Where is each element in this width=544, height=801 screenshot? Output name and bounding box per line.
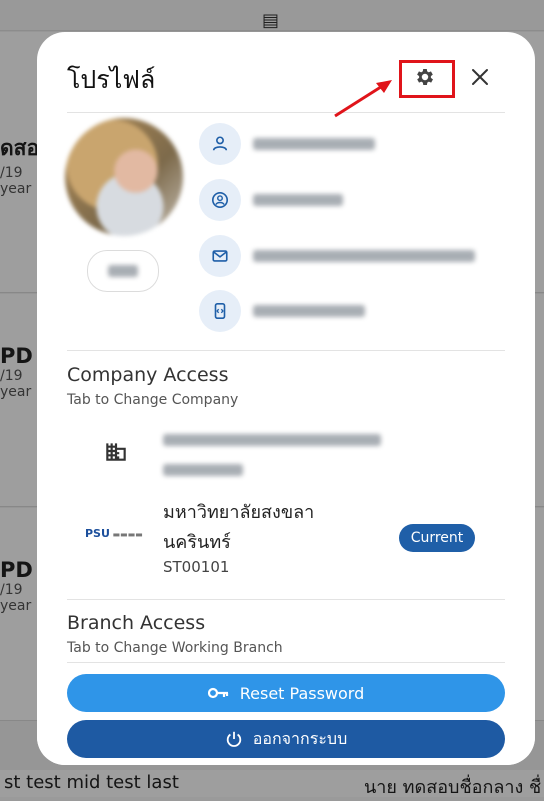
info-row-id <box>199 179 343 221</box>
reset-password-label: Reset Password <box>239 683 365 703</box>
info-row-device <box>199 290 365 332</box>
annotation-arrow <box>334 80 392 118</box>
company-access-subtitle: Tab to Change Company <box>67 392 239 408</box>
user-icon <box>199 123 241 165</box>
device-redacted <box>253 305 365 317</box>
company-name: มหาวิทยาลัยสงขลานครินทร์ <box>163 502 315 553</box>
id-redacted <box>253 194 343 206</box>
company-item[interactable] <box>163 424 381 476</box>
logout-label: ออกจากระบบ <box>252 728 348 748</box>
company-name-redacted <box>163 434 381 446</box>
profile-modal: โปรไฟล์ Company Access Tab to Change Com… <box>37 32 535 765</box>
pill-label-redacted <box>108 265 138 277</box>
modal-footer: Reset Password ออกจากระบบ <box>37 662 535 765</box>
logout-button[interactable]: ออกจากระบบ <box>67 720 505 758</box>
company-code-redacted <box>163 464 243 476</box>
code-device-icon <box>199 290 241 332</box>
annotation-highlight-box <box>399 60 455 98</box>
close-icon <box>472 69 488 85</box>
company-code: ST00101 <box>163 558 230 576</box>
divider <box>67 112 505 113</box>
company-access-title: Company Access <box>67 364 229 386</box>
divider <box>67 599 505 600</box>
current-badge: Current <box>399 524 475 552</box>
info-row-email <box>199 235 475 277</box>
id-badge-icon <box>199 179 241 221</box>
key-icon <box>207 686 230 700</box>
email-redacted <box>253 250 475 262</box>
building-icon <box>103 438 129 464</box>
avatar-edit-pill[interactable] <box>87 250 159 292</box>
branch-access-title: Branch Access <box>67 612 206 634</box>
info-row-name <box>199 123 375 165</box>
divider <box>67 662 505 663</box>
divider <box>67 350 505 351</box>
profile-title: โปรไฟล์ <box>67 65 156 94</box>
reset-password-button[interactable]: Reset Password <box>67 674 505 712</box>
psu-logo: PSU ▬▬▬▬ <box>85 527 143 540</box>
avatar <box>65 118 183 236</box>
branch-access-subtitle: Tab to Change Working Branch <box>67 640 283 656</box>
close-button[interactable] <box>465 62 495 92</box>
mail-icon <box>199 235 241 277</box>
name-redacted <box>253 138 375 150</box>
power-icon <box>225 730 243 748</box>
